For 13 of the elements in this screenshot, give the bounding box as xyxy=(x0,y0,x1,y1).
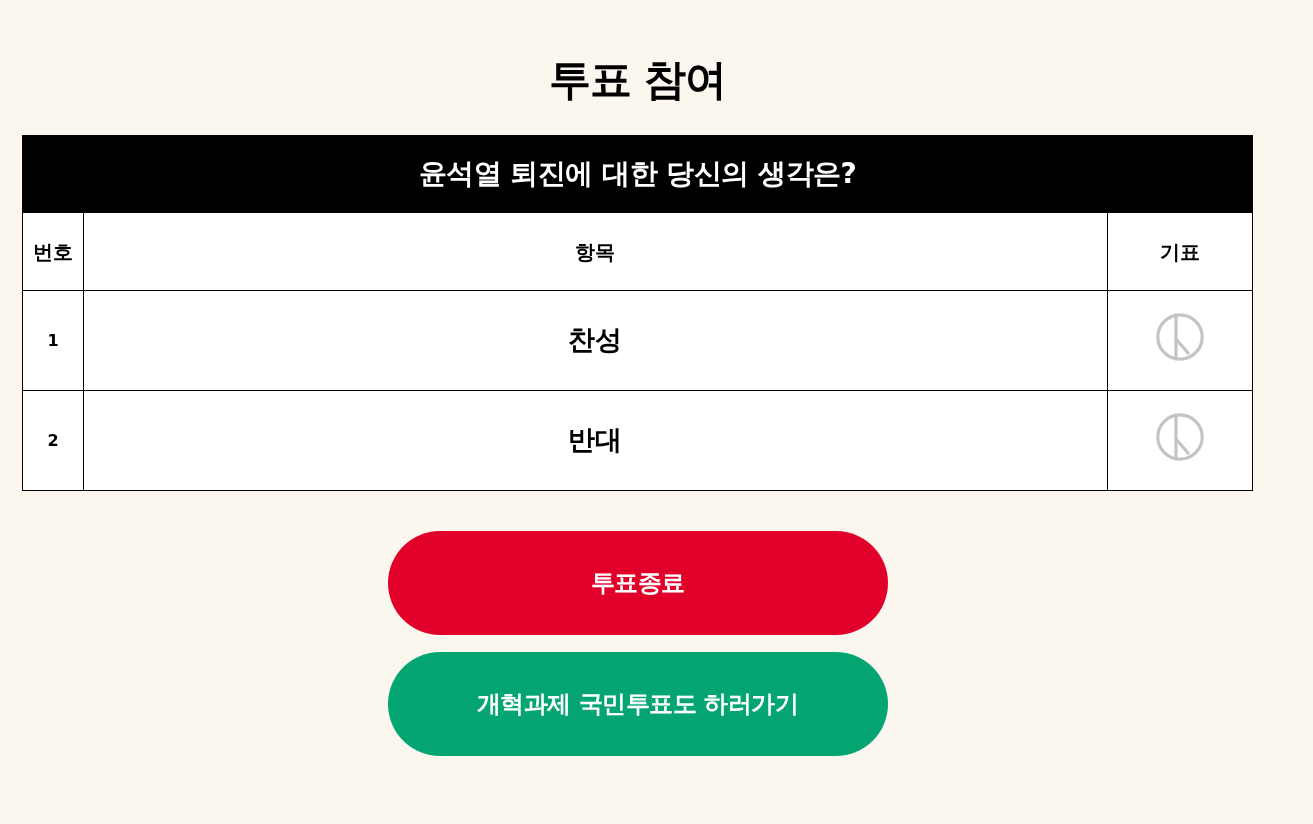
ballot-stamp-icon[interactable] xyxy=(1156,313,1204,361)
option-number: 2 xyxy=(22,390,84,491)
page-title: 투표 참여 xyxy=(547,55,728,105)
end-vote-button[interactable]: 투표종료 xyxy=(387,531,888,635)
ballot-stamp-icon[interactable] xyxy=(1156,413,1204,461)
option-label: 찬성 xyxy=(83,290,1108,391)
option-label: 반대 xyxy=(83,390,1108,491)
column-header: 기표 xyxy=(1107,212,1253,291)
poll-question: 윤석열 퇴진에 대한 당신의 생각은? xyxy=(22,135,1253,213)
option-number: 1 xyxy=(22,290,84,391)
column-header: 번호 xyxy=(22,212,84,291)
column-header: 항목 xyxy=(83,212,1108,291)
go-vote-button[interactable]: 개혁과제 국민투표도 하러가기 xyxy=(387,652,888,756)
